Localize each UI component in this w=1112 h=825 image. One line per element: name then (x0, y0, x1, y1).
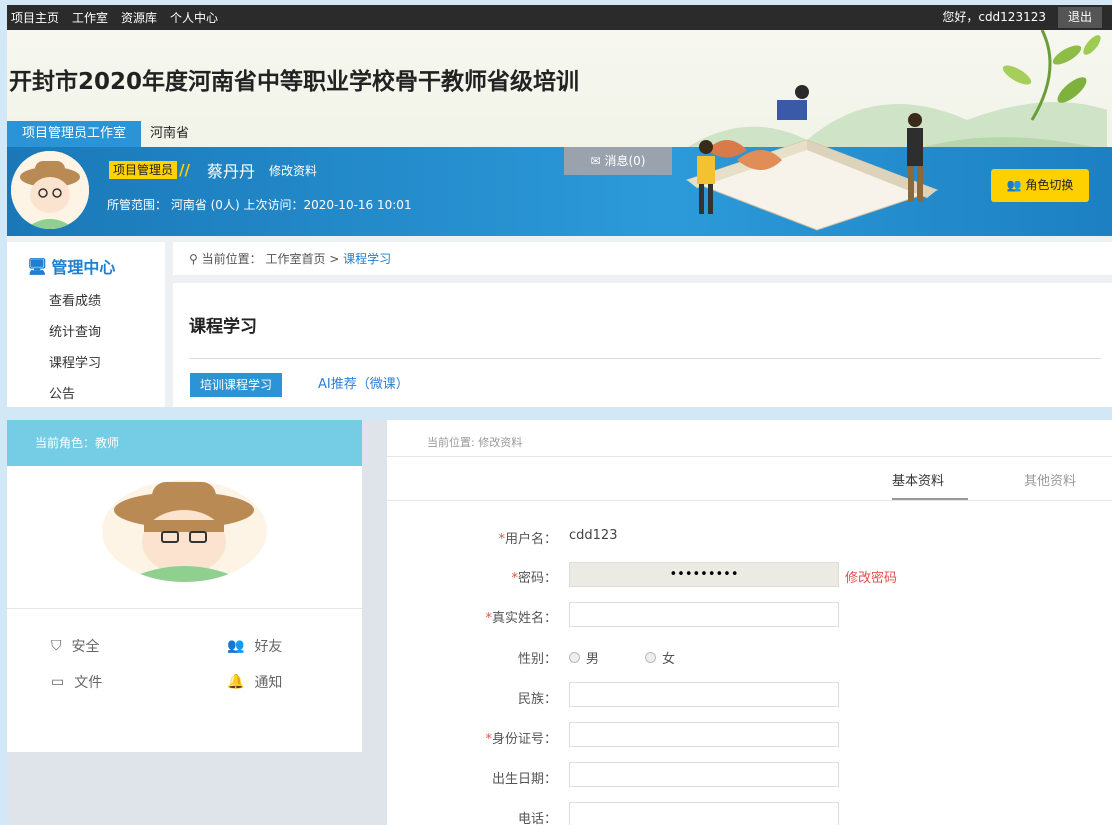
banner: 开封市2020年度河南省中等职业学校骨干教师省级培训 项目管理员工作室 河南省 … (7, 30, 1112, 236)
monitor-icon: 🖥 (27, 256, 48, 276)
tab-basic-info[interactable]: 基本资料 (892, 470, 944, 489)
sidebar-item-statistics[interactable]: 统计查询 (49, 321, 101, 352)
link-notifications[interactable]: 🔔 通知 (227, 672, 282, 692)
link-files-label: 文件 (74, 675, 103, 691)
id-number-input[interactable] (569, 722, 839, 747)
nav-resources[interactable]: 资源库 (121, 9, 157, 26)
studio-page: 项目主页 工作室 资源库 个人中心 您好，cdd123123 退出 开封市202… (7, 5, 1112, 407)
nav-personal-center[interactable]: 个人中心 (170, 9, 218, 26)
location-pin-icon: ⚲ (189, 252, 198, 266)
page-title: 开封市2020年度河南省中等职业学校骨干教师省级培训 (9, 69, 580, 95)
realname-input[interactable] (569, 602, 839, 627)
link-security[interactable]: ⛉ 安全 (51, 636, 100, 656)
sidebar-divider (165, 242, 173, 407)
badge-slash-decoration: // (179, 161, 190, 179)
sidebar-title: 🖥 管理中心 (27, 254, 115, 278)
link-security-label: 安全 (71, 639, 100, 655)
radio-dot (569, 652, 580, 663)
bell-icon: 🔔 (227, 674, 245, 690)
sidebar-item-grades[interactable]: 查看成绩 (49, 290, 101, 321)
section-title: 课程学习 (189, 317, 257, 337)
link-notifications-label: 通知 (254, 675, 283, 691)
content-separator (173, 275, 1112, 283)
province-label: 河南省 (150, 126, 190, 141)
greeting-text: 您好，cdd123123 (942, 10, 1046, 24)
gender-male-radio[interactable]: 男 (569, 648, 599, 667)
leaves-illustration (1002, 30, 1101, 121)
change-password-link[interactable]: 修改密码 (845, 567, 897, 586)
divider (387, 500, 1112, 501)
user-name: 蔡丹丹 (207, 162, 256, 181)
tab-other-info[interactable]: 其他资料 (1024, 470, 1076, 489)
breadcrumb: 当前位置: 修改资料 (427, 436, 523, 449)
scope-info: 所管范围： 河南省 (0人) 上次访问：2020-10-16 10:01 (107, 198, 412, 212)
sidebar: 🖥 管理中心 查看成绩 统计查询 课程学习 公告 (7, 242, 165, 407)
logout-button[interactable]: 退出 (1058, 7, 1102, 28)
mail-icon: ✉ (590, 154, 601, 168)
current-role-header: 当前角色：教师 (7, 420, 362, 466)
panel-divider (7, 608, 362, 609)
top-nav-bar: 项目主页 工作室 资源库 个人中心 您好，cdd123123 退出 (7, 5, 1112, 30)
gender-female-radio[interactable]: 女 (645, 648, 675, 667)
username-label: *用户名： (498, 532, 557, 547)
realname-label: *真实姓名： (485, 611, 557, 626)
top-nav: 项目主页 工作室 资源库 个人中心 (11, 5, 218, 30)
edit-profile-link[interactable]: 修改资料 (269, 162, 317, 179)
sidebar-title-label: 管理中心 (51, 258, 116, 277)
role-switch-label: 角色切换 (1025, 178, 1074, 192)
link-friends-label: 好友 (254, 639, 283, 655)
role-switch-button[interactable]: 👥 角色切换 (991, 169, 1089, 202)
phone-label: 电话： (517, 812, 557, 825)
breadcrumb-prefix: 当前位置： 工作室首页 > (201, 252, 340, 266)
link-friends[interactable]: 👥 好友 (227, 636, 282, 656)
tab-ai-recommend[interactable]: AI推荐（微课） (318, 374, 409, 396)
reading-book-illustration (685, 85, 939, 231)
message-button[interactable]: ✉ 消息(0) (564, 147, 672, 175)
role-badge: 项目管理员 (109, 161, 178, 179)
divider (189, 358, 1101, 359)
id-number-label: *身份证号： (485, 732, 557, 747)
nav-studio[interactable]: 工作室 (72, 9, 108, 26)
breadcrumb-current[interactable]: 课程学习 (343, 252, 391, 266)
sidebar-item-announcements[interactable]: 公告 (49, 383, 101, 407)
birthdate-input[interactable] (569, 762, 839, 787)
friends-icon: 👥 (227, 638, 245, 654)
profile-side-panel: 当前角色：教师 ⛉ 安全 👥 好友 ▭ 文件 🔔 通知 (7, 420, 362, 752)
nav-project-home[interactable]: 项目主页 (11, 9, 59, 26)
radio-dot (645, 652, 656, 663)
avatar (11, 151, 89, 229)
message-label: 消息(0) (604, 154, 646, 168)
profile-edit-panel: 当前位置: 修改资料 基本资料 其他资料 *用户名： cdd123 *密码： •… (387, 420, 1112, 825)
password-label: *密码： (511, 571, 557, 586)
users-icon: 👥 (1006, 178, 1022, 192)
birthdate-label: 出生日期： (491, 772, 557, 787)
shield-icon: ⛉ (51, 638, 62, 654)
sidebar-item-course-study[interactable]: 课程学习 (49, 352, 101, 383)
tab-training-courses[interactable]: 培训课程学习 (190, 373, 283, 397)
phone-input[interactable] (569, 802, 839, 825)
folder-icon: ▭ (51, 674, 65, 690)
divider (387, 456, 1112, 457)
profile-page: 当前角色：教师 ⛉ 安全 👥 好友 ▭ 文件 🔔 通知 当前位置: 修改资料 基… (7, 420, 1112, 825)
ethnic-label: 民族： (517, 692, 557, 707)
gender-label: 性别： (517, 652, 557, 667)
link-files[interactable]: ▭ 文件 (51, 672, 102, 692)
ethnic-input[interactable] (569, 682, 839, 707)
breadcrumb: ⚲ 当前位置： 工作室首页 > 课程学习 (189, 250, 391, 267)
password-field: ••••••••• (569, 562, 839, 587)
tab-admin-studio[interactable]: 项目管理员工作室 (7, 121, 141, 147)
main-content: ⚲ 当前位置： 工作室首页 > 课程学习 课程学习 培训课程学习 AI推荐（微课… (173, 242, 1112, 407)
profile-avatar (102, 480, 267, 582)
username-value: cdd123 (569, 528, 618, 543)
sidebar-menu: 查看成绩 统计查询 课程学习 公告 (49, 290, 101, 407)
